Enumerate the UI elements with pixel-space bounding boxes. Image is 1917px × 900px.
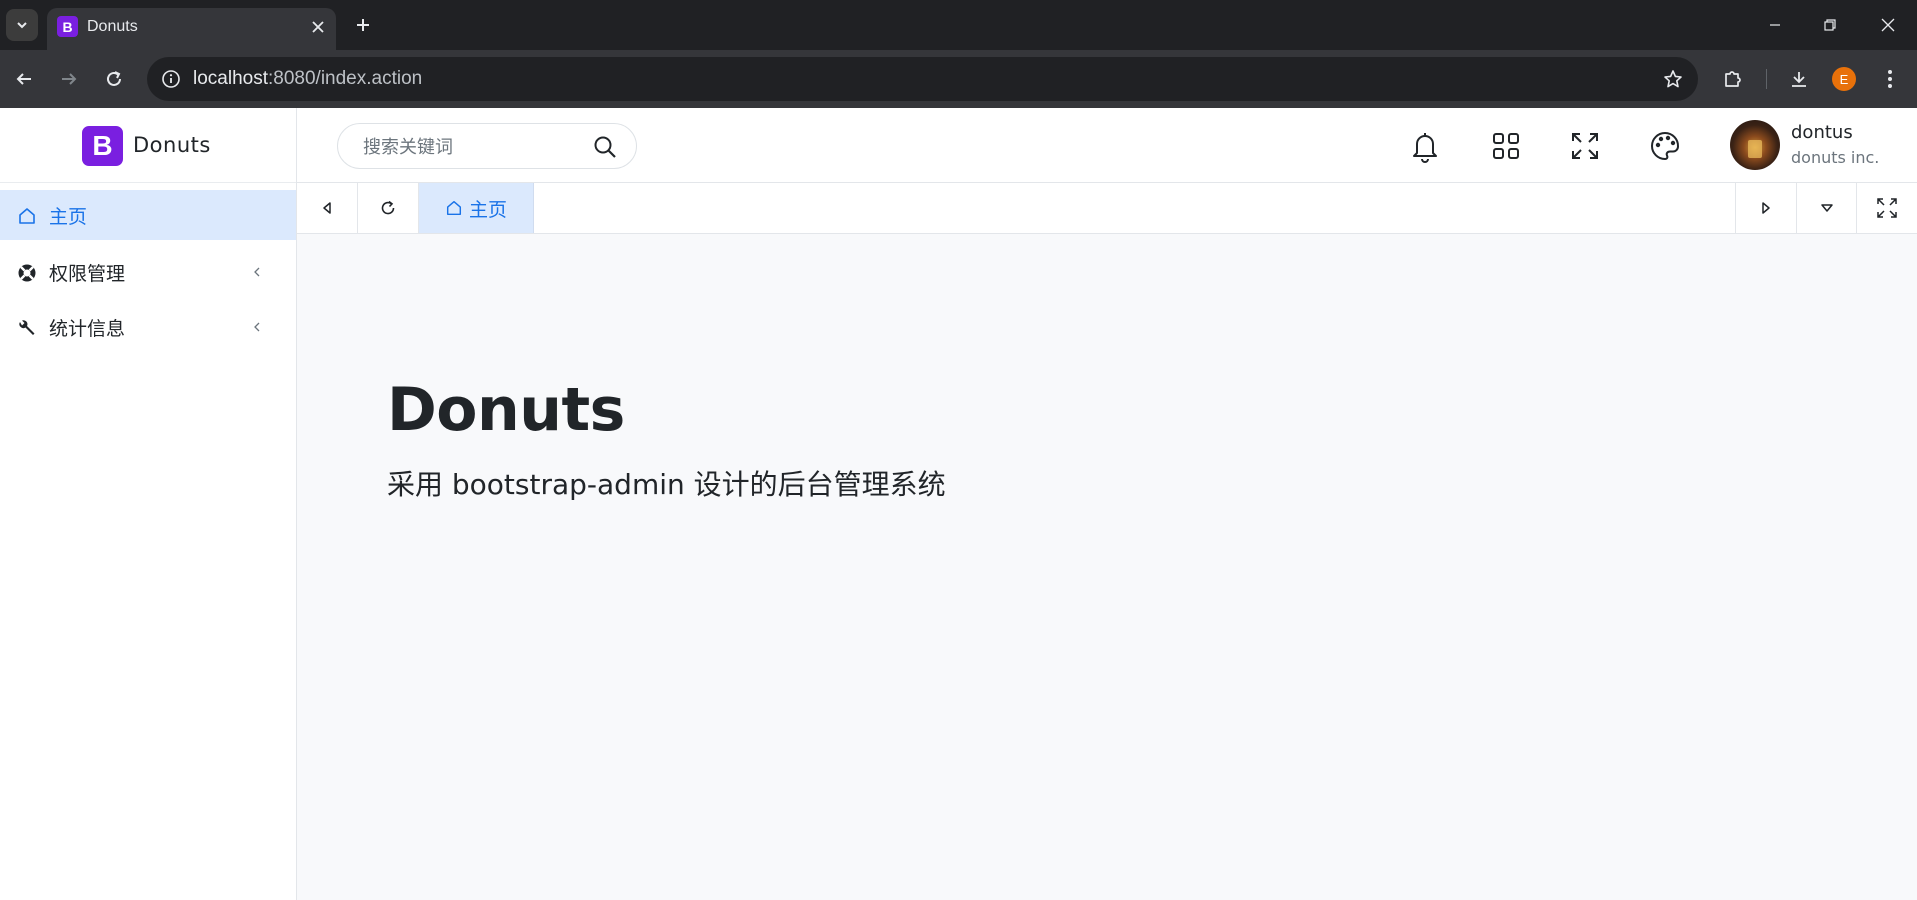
brand-logo: B: [82, 126, 123, 166]
more-vertical-icon: [1888, 70, 1892, 88]
search-button[interactable]: [592, 134, 618, 160]
restore-button[interactable]: [1810, 5, 1850, 45]
sidebar-item-label: 统计信息: [49, 318, 126, 340]
fullscreen-icon: [1572, 133, 1598, 159]
brand[interactable]: B Donuts: [0, 108, 296, 183]
caret-down-icon: [1821, 204, 1833, 212]
new-tab-button[interactable]: [348, 10, 378, 40]
sidebar-item-label: 权限管理: [49, 263, 126, 285]
info-icon: [162, 70, 180, 88]
tab-search-button[interactable]: [6, 9, 38, 41]
tabs-scroll-right-button[interactable]: [1735, 183, 1796, 233]
app: B Donuts 主页 权限管理 统计信息 搜索关键词 dontus donut…: [0, 108, 1917, 900]
main-content: Donuts 采用 bootstrap-admin 设计的后台管理系统: [297, 234, 1917, 900]
chevron-down-icon: [17, 22, 27, 29]
tab-home[interactable]: 主页: [419, 183, 534, 233]
url-path: :8080/index.action: [268, 68, 423, 89]
refresh-icon: [381, 200, 395, 215]
arrow-right-icon: [62, 73, 77, 85]
home-icon: [16, 205, 38, 227]
reload-icon: [107, 71, 121, 86]
bookmark-button[interactable]: [1658, 64, 1688, 94]
profile-button[interactable]: E: [1826, 61, 1862, 97]
close-icon: [1881, 18, 1895, 32]
browser-tab-bar: B Donuts: [0, 0, 1917, 50]
tabs-scroll-left-button[interactable]: [297, 183, 358, 233]
browser-toolbar: localhost:8080/index.action E: [0, 50, 1917, 108]
brand-name: Donuts: [133, 133, 211, 157]
bell-icon: [1413, 133, 1437, 163]
search-box: [337, 123, 637, 169]
sidebar-item-permissions[interactable]: 权限管理: [0, 247, 296, 297]
page-title: Donuts: [387, 375, 625, 445]
toolbar-divider: [1766, 69, 1767, 89]
profile-avatar: E: [1832, 67, 1856, 91]
user-name[interactable]: dontus: [1791, 122, 1853, 143]
fullscreen-button[interactable]: [1566, 127, 1604, 165]
puzzle-icon: [1725, 71, 1741, 87]
apps-button[interactable]: [1487, 127, 1525, 165]
tab-label: 主页: [468, 198, 507, 221]
home-icon: [446, 200, 462, 216]
sidebar-item-label: 主页: [49, 206, 88, 228]
url-host: localhost: [193, 68, 268, 89]
forward-button[interactable]: [51, 61, 87, 97]
page-subtitle: 采用 bootstrap-admin 设计的后台管理系统: [387, 468, 946, 501]
tab-close-button[interactable]: [306, 15, 330, 39]
close-window-button[interactable]: [1868, 5, 1908, 45]
chevron-left-icon: [250, 317, 264, 337]
palette-icon: [1651, 131, 1680, 161]
search-input[interactable]: [363, 135, 583, 159]
arrow-left-icon: [16, 73, 31, 85]
download-icon: [1792, 72, 1806, 87]
star-icon: [1664, 70, 1682, 88]
tabs-dropdown-button[interactable]: [1796, 183, 1857, 233]
downloads-button[interactable]: [1781, 61, 1817, 97]
minimize-icon: [1770, 24, 1780, 26]
lifebuoy-icon: [16, 262, 38, 284]
page-tabs-bar: 主页: [297, 183, 1917, 234]
reload-button[interactable]: [96, 61, 132, 97]
wrench-icon: [16, 317, 38, 339]
close-icon: [312, 21, 324, 33]
user-company: donuts inc.: [1791, 148, 1880, 167]
browser-tab[interactable]: B Donuts: [47, 8, 336, 50]
search-icon: [594, 136, 616, 158]
caret-left-icon: [323, 202, 331, 214]
chevron-left-icon: [250, 262, 264, 282]
plus-icon: [357, 19, 369, 31]
back-button[interactable]: [6, 61, 42, 97]
grid-icon: [1493, 133, 1519, 159]
address-bar[interactable]: localhost:8080/index.action: [147, 57, 1698, 101]
theme-button[interactable]: [1646, 127, 1684, 165]
extensions-button[interactable]: [1715, 61, 1751, 97]
sidebar: B Donuts 主页 权限管理 统计信息: [0, 108, 297, 900]
tab-favicon: B: [57, 16, 78, 37]
browser-menu-button[interactable]: [1872, 61, 1908, 97]
url-text: localhost:8080/index.action: [193, 68, 422, 90]
sidebar-item-statistics[interactable]: 统计信息: [0, 302, 296, 352]
caret-right-icon: [1762, 202, 1770, 214]
content-fullscreen-button[interactable]: [1856, 183, 1917, 233]
site-info-button[interactable]: [155, 63, 187, 95]
fullscreen-icon: [1877, 198, 1897, 218]
sidebar-item-home[interactable]: 主页: [0, 190, 296, 240]
tab-title: Donuts: [87, 18, 138, 35]
refresh-tab-button[interactable]: [358, 183, 419, 233]
minimize-button[interactable]: [1755, 5, 1795, 45]
avatar[interactable]: [1730, 120, 1780, 170]
restore-icon: [1824, 19, 1836, 31]
notifications-button[interactable]: [1406, 127, 1444, 165]
top-header: dontus donuts inc.: [297, 108, 1917, 183]
